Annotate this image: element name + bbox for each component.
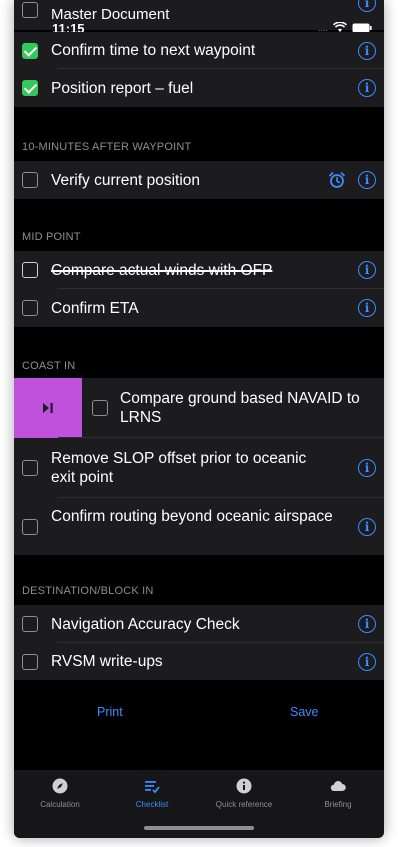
- item-label: Compare ground based NAVAID to LRNS: [120, 390, 360, 426]
- list-item-confirm-routing[interactable]: Confirm routing beyond oceanic airspace …: [14, 498, 384, 555]
- checkbox[interactable]: [22, 518, 38, 535]
- section-header-coast-in: COAST IN: [22, 360, 76, 372]
- section-header-destination: DESTINATION/BLOCK IN: [22, 585, 154, 597]
- save-button[interactable]: Save: [290, 705, 319, 719]
- list-item-remove-slop[interactable]: Remove SLOP offset prior to oceanic exit…: [14, 438, 384, 498]
- checkbox[interactable]: [92, 400, 108, 416]
- compass-icon: [52, 778, 68, 794]
- item-label: Navigation Accuracy Check: [51, 615, 240, 633]
- checkbox[interactable]: [22, 653, 38, 670]
- info-icon[interactable]: i: [358, 0, 376, 12]
- info-icon[interactable]: i: [358, 652, 376, 671]
- tab-calculation[interactable]: Calculation: [14, 770, 106, 809]
- item-label: Verify current position: [51, 171, 201, 189]
- tab-briefing[interactable]: Briefing: [292, 770, 384, 809]
- tab-quick-reference[interactable]: Quick reference: [198, 770, 290, 809]
- checkbox[interactable]: [22, 616, 38, 632]
- checkbox[interactable]: [22, 172, 38, 188]
- list-item-position-report[interactable]: Position report – fuel i: [14, 69, 384, 107]
- home-indicator: [144, 826, 254, 830]
- alarm-clock-icon[interactable]: [328, 171, 346, 189]
- tab-label: Briefing: [324, 800, 352, 809]
- list-item-verify-position[interactable]: Verify current position i: [14, 161, 384, 199]
- battery-icon: [352, 23, 372, 32]
- signal-dots: ....: [317, 22, 328, 33]
- info-icon: [236, 778, 252, 794]
- info-icon[interactable]: i: [358, 459, 376, 477]
- item-label: Remove SLOP offset prior to oceanic exit…: [51, 450, 307, 486]
- item-label-strikethrough: Compare actual winds with OFP: [51, 261, 273, 279]
- info-icon[interactable]: i: [358, 41, 376, 60]
- checkbox[interactable]: [22, 262, 38, 278]
- cloud-icon: [330, 780, 346, 791]
- info-icon[interactable]: i: [358, 79, 376, 97]
- list-item-confirm-time[interactable]: Confirm time to next waypoint i: [14, 32, 384, 69]
- item-label: RVSM write-ups: [51, 653, 163, 670]
- tab-checklist[interactable]: Checklist: [106, 770, 198, 809]
- checkbox[interactable]: [22, 300, 38, 316]
- info-icon[interactable]: i: [358, 299, 376, 317]
- list-item-compare-winds[interactable]: Compare actual winds with OFP i: [14, 251, 384, 289]
- phone-screen: Master Document i 11:15 .... Confirm tim…: [14, 0, 384, 838]
- checklist-icon: [145, 781, 160, 794]
- info-icon[interactable]: i: [358, 171, 376, 189]
- print-button[interactable]: Print: [97, 705, 123, 719]
- list-item-compare-navaid[interactable]: Compare ground based NAVAID to LRNS: [14, 378, 384, 438]
- skip-forward-icon: [43, 403, 53, 413]
- checkbox[interactable]: [22, 2, 38, 18]
- list-item-confirm-eta[interactable]: Confirm ETA i: [14, 289, 384, 327]
- item-label: Position report – fuel: [51, 79, 194, 97]
- list-item-nav-accuracy[interactable]: Navigation Accuracy Check i: [14, 605, 384, 643]
- section-header-after-waypoint: 10-MINUTES AFTER WAYPOINT: [22, 141, 192, 153]
- item-label: Confirm routing beyond oceanic airspace: [51, 508, 333, 525]
- tab-label: Checklist: [135, 800, 169, 809]
- info-icon[interactable]: i: [358, 517, 376, 536]
- tab-label: Calculation: [40, 800, 80, 809]
- action-bar: Print Save: [14, 705, 384, 729]
- item-label: Confirm time to next waypoint: [51, 42, 256, 59]
- info-icon[interactable]: i: [358, 615, 376, 633]
- list-item-rvsm[interactable]: RVSM write-ups i: [14, 643, 384, 680]
- section-header-mid-point: MID POINT: [22, 231, 81, 243]
- checkbox-checked[interactable]: [22, 80, 38, 96]
- tab-label: Quick reference: [215, 800, 273, 809]
- swipe-skip-button[interactable]: [14, 378, 82, 438]
- item-label: Master Document: [51, 6, 170, 23]
- item-label: Confirm ETA: [51, 299, 139, 317]
- info-icon[interactable]: i: [358, 261, 376, 279]
- checkbox[interactable]: [22, 460, 38, 476]
- checkbox-checked[interactable]: [22, 42, 38, 59]
